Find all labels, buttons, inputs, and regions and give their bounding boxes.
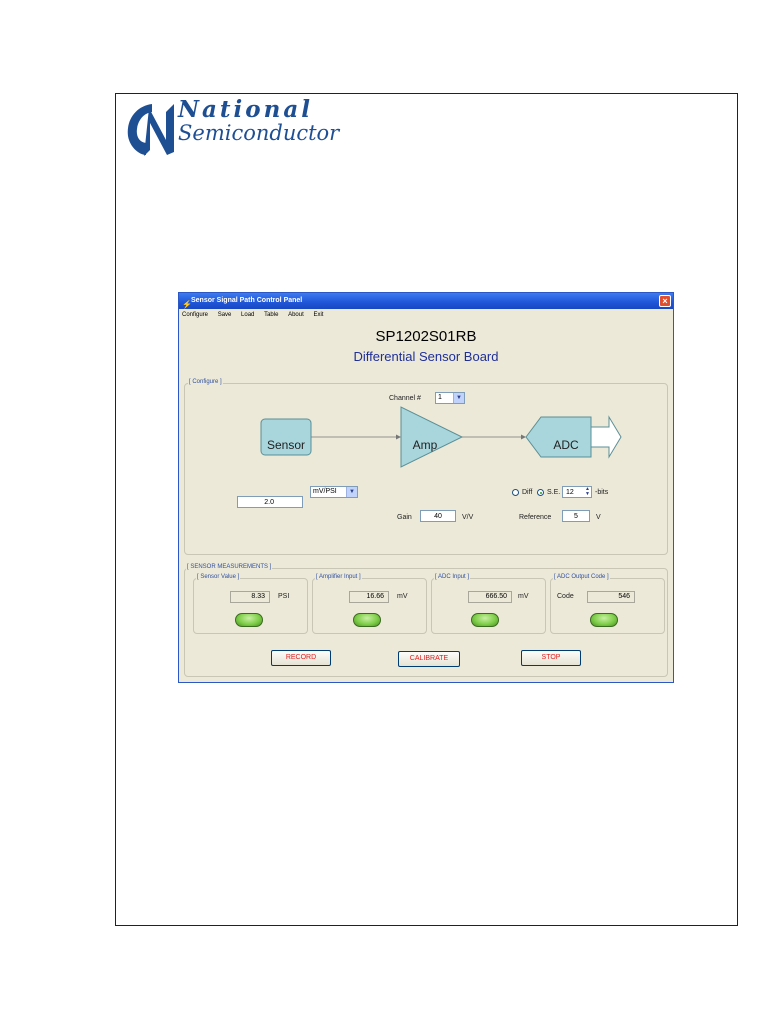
arrowhead-icon xyxy=(396,434,401,440)
menu-bar: Configure Save Load Table About Exit xyxy=(179,309,673,322)
calibrate-button[interactable]: CALIBRATE xyxy=(398,651,460,667)
window-titlebar[interactable]: ⚡ Sensor Signal Path Control Panel × xyxy=(179,293,673,309)
sensitivity-unit: mV/PSI xyxy=(313,488,337,495)
spinner-arrows-icon[interactable]: ▲ ▼ xyxy=(585,487,590,497)
amp-block xyxy=(400,406,464,468)
sensitivity-input[interactable]: 2.0 xyxy=(237,496,303,508)
sensitivity-unit-select[interactable]: mV/PSI ▼ xyxy=(310,486,358,498)
reference-value: 5 xyxy=(574,513,578,520)
logo-line2: Semiconductor xyxy=(178,121,340,145)
gain-input[interactable]: 40 xyxy=(420,510,456,522)
menu-load[interactable]: Load xyxy=(241,309,254,322)
adc-output-code-label: [ ADC Output Code ] xyxy=(553,574,610,580)
record-button[interactable]: RECORD xyxy=(271,650,331,666)
gain-value: 40 xyxy=(434,513,442,520)
channel-value: 1 xyxy=(438,394,442,401)
board-id-title: SP1202S01RB xyxy=(375,328,477,345)
close-icon: × xyxy=(662,296,668,306)
adc-code-prefix: Code xyxy=(557,593,574,600)
control-panel-window: ⚡ Sensor Signal Path Control Panel × Con… xyxy=(178,292,674,683)
sensor-value-label: [ Sensor Value ] xyxy=(196,574,241,580)
amplifier-input-label: [ Amplifier Input ] xyxy=(315,574,362,580)
gain-unit: V/V xyxy=(462,514,474,521)
channel-label: Channel # xyxy=(389,395,421,402)
diff-radio[interactable] xyxy=(512,489,519,496)
chevron-down-icon: ▼ xyxy=(453,393,464,403)
window-title: Sensor Signal Path Control Panel xyxy=(191,297,303,304)
amplifier-input-readout: 16.66 xyxy=(349,591,389,603)
adc-output-status-led xyxy=(590,613,618,627)
se-label: S.E. xyxy=(547,489,561,496)
reference-input[interactable]: 5 xyxy=(562,510,590,522)
menu-table[interactable]: Table xyxy=(264,309,278,322)
sensor-block-label: Sensor xyxy=(266,438,306,452)
bits-spinner[interactable]: 12 ▲ ▼ xyxy=(562,486,592,498)
menu-configure[interactable]: Configure xyxy=(182,309,208,322)
adc-input-label: [ ADC Input ] xyxy=(434,574,471,580)
sensitivity-value: 2.0 xyxy=(264,499,274,506)
adc-block-label: ADC xyxy=(553,438,579,452)
amplifier-status-led xyxy=(353,613,381,627)
board-subtitle: Differential Sensor Board xyxy=(353,349,499,364)
adc-input-status-led xyxy=(471,613,499,627)
adc-input-readout: 666.50 xyxy=(468,591,512,603)
menu-exit[interactable]: Exit xyxy=(313,309,323,322)
amp-block-label: Amp xyxy=(412,438,438,452)
sensor-value-unit: PSI xyxy=(278,593,290,600)
reference-unit: V xyxy=(596,514,601,521)
close-button[interactable]: × xyxy=(659,295,671,307)
sensor-value: 8.33 xyxy=(251,593,265,600)
bits-value: 12 xyxy=(566,489,574,496)
logo-wordmark: National Semiconductor xyxy=(178,98,339,144)
gain-label: Gain xyxy=(397,514,412,521)
amplifier-input-unit: mV xyxy=(397,593,408,600)
chevron-down-icon: ▼ xyxy=(346,487,357,497)
diff-label: Diff xyxy=(522,489,533,496)
menu-about[interactable]: About xyxy=(288,309,304,322)
adc-input-value: 666.50 xyxy=(485,593,507,600)
configure-group-label: [ Configure ] xyxy=(188,379,223,385)
stop-button[interactable]: STOP xyxy=(521,650,581,666)
reference-label: Reference xyxy=(519,514,552,521)
logo-line1: National xyxy=(178,96,313,123)
adc-output-code-value: 546 xyxy=(618,593,630,600)
adc-output-arrow-icon xyxy=(590,415,622,459)
bits-label: -bits xyxy=(595,489,609,496)
sensor-status-led xyxy=(235,613,263,627)
arrowhead-icon xyxy=(521,434,526,440)
adc-input-unit: mV xyxy=(518,593,529,600)
adc-output-code-readout: 546 xyxy=(587,591,635,603)
amplifier-input-value: 16.66 xyxy=(366,593,384,600)
sensor-measurements-label: [ SENSOR MEASUREMENTS ] xyxy=(186,564,273,570)
menu-save[interactable]: Save xyxy=(218,309,232,322)
sensor-value-readout: 8.33 xyxy=(230,591,270,603)
se-radio[interactable] xyxy=(537,489,544,496)
